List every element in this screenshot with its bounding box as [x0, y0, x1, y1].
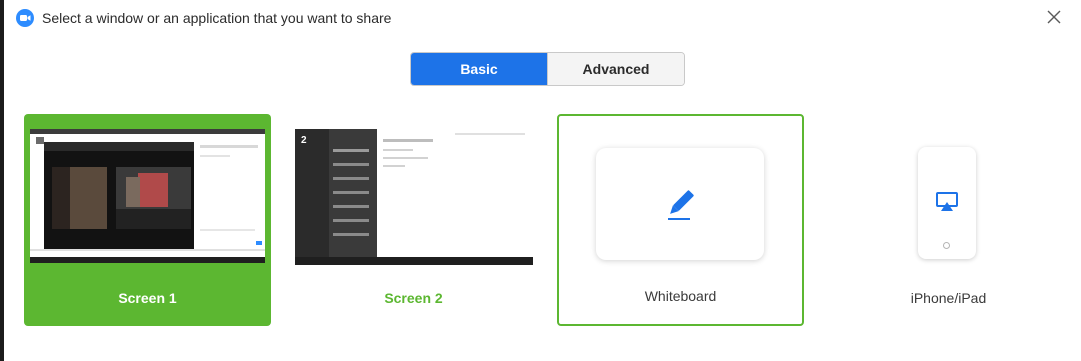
share-option-label: Screen 2	[384, 290, 443, 306]
dialog-title: Select a window or an application that y…	[42, 10, 392, 26]
screen-2-thumbnail: 2	[295, 129, 533, 265]
share-option-iphone-ipad[interactable]: iPhone/iPad	[825, 114, 1072, 326]
share-dialog-header: Select a window or an application that y…	[16, 8, 391, 28]
close-icon	[1047, 10, 1061, 24]
share-option-label: Whiteboard	[644, 288, 717, 304]
share-option-screen-1[interactable]: Screen 1	[24, 114, 271, 326]
tab-advanced[interactable]: Advanced	[547, 53, 684, 85]
share-option-label: Screen 1	[118, 290, 177, 306]
pencil-icon	[668, 190, 694, 220]
share-mode-tabs: Basic Advanced	[410, 52, 685, 86]
screen-2-number: 2	[301, 135, 307, 146]
home-button-icon	[943, 242, 950, 249]
share-option-label: iPhone/iPad	[910, 290, 987, 306]
whiteboard-card	[596, 148, 764, 260]
tab-basic[interactable]: Basic	[411, 53, 547, 85]
phone-illustration	[918, 147, 976, 259]
share-option-whiteboard[interactable]: Whiteboard	[557, 114, 804, 326]
screen-1-thumbnail	[30, 129, 265, 263]
close-button[interactable]	[1043, 6, 1065, 28]
share-option-screen-2[interactable]: 2 Screen 2	[290, 114, 537, 326]
airplay-icon	[936, 192, 958, 211]
window-left-edge	[0, 0, 4, 361]
zoom-logo-icon	[16, 9, 34, 27]
